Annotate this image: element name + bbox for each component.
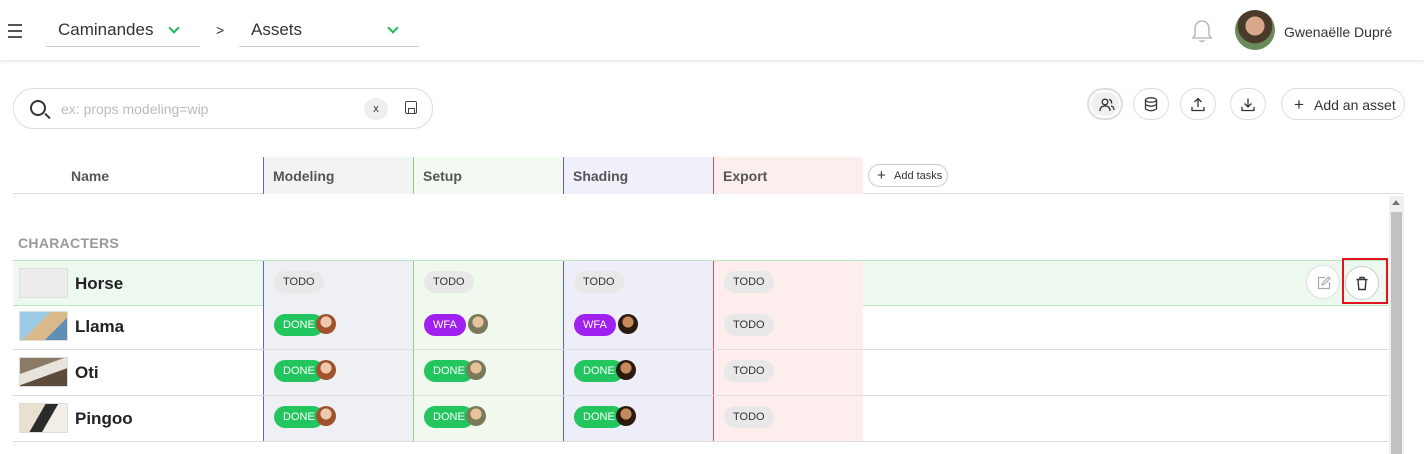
edit-icon [1317, 276, 1331, 290]
delete-highlight-box [1342, 258, 1388, 304]
chevron-down-icon [168, 22, 180, 34]
people-icon [1099, 98, 1115, 112]
assignee-avatar[interactable] [466, 406, 486, 426]
column-header-export[interactable]: Export [713, 157, 863, 194]
task-cell[interactable]: TODO [713, 304, 863, 349]
asset-thumbnail[interactable] [19, 357, 68, 387]
task-cell[interactable]: DONE [413, 350, 563, 395]
task-cell[interactable]: WFA [563, 304, 713, 349]
asset-name[interactable]: Llama [75, 317, 124, 337]
column-header-setup[interactable]: Setup [413, 157, 563, 194]
production-selector[interactable]: Caminandes [46, 12, 200, 47]
user-name[interactable]: Gwenaëlle Dupré [1284, 24, 1392, 40]
asset-name[interactable]: Horse [75, 274, 123, 294]
status-badge[interactable]: TODO [724, 314, 774, 336]
search-bar: x [13, 88, 433, 129]
table-row[interactable]: Llama DONE WFA WFA TODO [13, 304, 1389, 350]
column-label: Name [71, 168, 110, 184]
assignee-avatar[interactable] [616, 360, 636, 380]
search-icon [30, 100, 46, 116]
status-badge[interactable]: TODO [724, 360, 774, 382]
people-filter-button[interactable] [1087, 88, 1123, 120]
assignee-avatar[interactable] [618, 314, 638, 334]
task-cell[interactable]: TODO [263, 261, 413, 305]
task-cell[interactable]: DONE [413, 396, 563, 441]
task-cell[interactable]: TODO [713, 350, 863, 395]
assignee-avatar[interactable] [616, 406, 636, 426]
section-selector[interactable]: Assets [239, 12, 419, 47]
task-cell[interactable]: TODO [713, 396, 863, 441]
task-cell[interactable]: TODO [713, 261, 863, 305]
task-cell[interactable]: DONE [263, 350, 413, 395]
production-label: Caminandes [58, 20, 154, 39]
assignee-avatar[interactable] [468, 314, 488, 334]
asset-thumbnail[interactable] [19, 311, 68, 341]
upload-icon [1191, 97, 1205, 112]
task-cell[interactable]: DONE [263, 396, 413, 441]
section-title: CHARACTERS [18, 235, 119, 251]
task-cell[interactable]: WFA [413, 304, 563, 349]
status-badge[interactable]: TODO [724, 271, 774, 293]
assignee-avatar[interactable] [466, 360, 486, 380]
column-label: Setup [423, 168, 462, 184]
asset-thumbnail[interactable] [19, 403, 68, 433]
task-cell[interactable]: DONE [563, 350, 713, 395]
asset-name[interactable]: Oti [75, 363, 99, 383]
task-cell[interactable]: DONE [563, 396, 713, 441]
asset-name[interactable]: Pingoo [75, 409, 133, 429]
search-input[interactable] [61, 99, 351, 119]
plus-icon: + [1294, 95, 1304, 114]
save-search-icon[interactable] [405, 101, 417, 114]
column-label: Export [723, 168, 768, 184]
task-cell[interactable]: DONE [263, 304, 413, 349]
section-label: Assets [251, 20, 303, 39]
download-icon [1241, 98, 1255, 112]
status-badge[interactable]: TODO [724, 406, 774, 428]
scrollbar-thumb[interactable] [1391, 212, 1402, 454]
column-label: Shading [573, 168, 629, 184]
top-bar: Caminandes > Assets Gwenaëlle Dupré [0, 0, 1424, 60]
plus-icon: + [877, 167, 886, 184]
column-header-shading[interactable]: Shading [563, 157, 713, 194]
asset-thumbnail[interactable] [19, 268, 68, 298]
edit-asset-button[interactable] [1306, 265, 1340, 299]
task-cell[interactable]: TODO [413, 261, 563, 305]
scroll-up-arrow-icon[interactable] [1392, 200, 1400, 205]
breadcrumb-separator: > [216, 22, 225, 38]
add-asset-label: Add an asset [1314, 97, 1396, 113]
assignee-avatar[interactable] [316, 360, 336, 380]
table-row[interactable]: Horse TODO TODO TODO TODO [13, 260, 1389, 306]
status-badge[interactable]: WFA [574, 314, 616, 336]
metadata-button[interactable] [1133, 88, 1169, 120]
status-badge[interactable]: TODO [274, 271, 324, 293]
column-header-name[interactable]: Name [13, 157, 263, 194]
task-cell[interactable]: TODO [563, 261, 713, 305]
table-row[interactable]: Pingoo DONE DONE DONE TODO [13, 396, 1389, 442]
assignee-avatar[interactable] [316, 314, 336, 334]
table-header: Name Modeling Setup Shading Export + Add… [13, 157, 1403, 194]
status-badge[interactable]: TODO [574, 271, 624, 293]
import-button[interactable] [1180, 88, 1216, 120]
add-asset-button[interactable]: + Add an asset [1281, 88, 1405, 120]
add-tasks-button[interactable]: + Add tasks [868, 164, 948, 187]
user-avatar[interactable] [1235, 10, 1275, 50]
status-badge[interactable]: TODO [424, 271, 474, 293]
column-header-modeling[interactable]: Modeling [263, 157, 413, 194]
chevron-down-icon [387, 22, 399, 34]
notification-bell-icon[interactable] [1190, 18, 1214, 44]
menu-icon[interactable] [8, 24, 22, 38]
export-button[interactable] [1230, 88, 1266, 120]
clear-search-button[interactable]: x [364, 98, 388, 120]
column-label: Modeling [273, 168, 335, 184]
database-icon [1144, 97, 1158, 112]
assignee-avatar[interactable] [316, 406, 336, 426]
add-tasks-label: Add tasks [894, 170, 943, 182]
status-badge[interactable]: WFA [424, 314, 466, 336]
table-row[interactable]: Oti DONE DONE DONE TODO [13, 350, 1389, 396]
